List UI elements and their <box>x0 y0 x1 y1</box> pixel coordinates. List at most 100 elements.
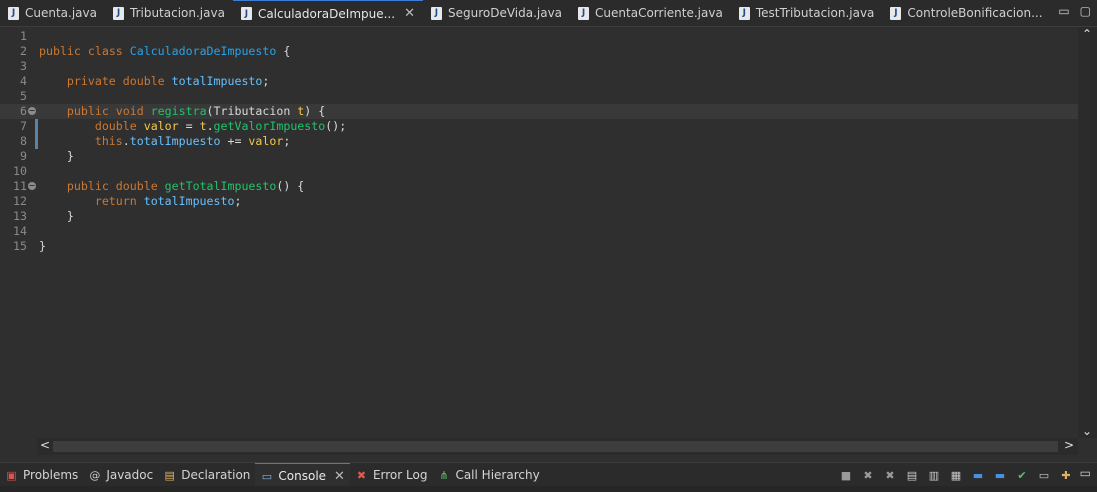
pin-console-icon[interactable]: ✔ <box>1013 466 1031 484</box>
editor-tab[interactable]: J CuentaCorriente.java <box>570 0 731 26</box>
code-line: 10 <box>0 164 1078 179</box>
code-token: totalImpuesto <box>143 194 235 208</box>
editor-tab[interactable]: J SeguroDeVida.java <box>423 0 570 26</box>
editor-tab-label: TestTributacion.java <box>755 6 875 20</box>
code-token: public <box>39 44 81 58</box>
code-token: class <box>87 44 123 58</box>
code-line: 14 <box>0 224 1078 239</box>
java-file-icon: J <box>578 6 590 20</box>
code-token: CalculadoraDeImpuesto <box>129 44 277 58</box>
code-token: { <box>276 44 291 58</box>
code-line: 9 } <box>0 149 1078 164</box>
code-token: valor <box>143 119 179 133</box>
horizontal-scroll-thumb[interactable] <box>53 441 1058 452</box>
code-text: } <box>39 149 74 164</box>
remove-launch-icon[interactable]: ✖ <box>859 466 877 484</box>
panel-window-controls: ▭ <box>1080 466 1091 480</box>
editor-tab-label: ControleBonificacion... <box>907 6 1043 20</box>
panel-tab-label: Console <box>278 469 327 483</box>
scroll-up-icon[interactable]: ⌃ <box>1082 27 1092 41</box>
editor-tab[interactable]: J Tributacion.java <box>105 0 233 26</box>
line-number: 15 <box>13 239 27 253</box>
code-token: } <box>39 149 74 163</box>
display-console-icon[interactable]: ▭ <box>1035 466 1053 484</box>
panel-tab-label: Javadoc <box>106 468 154 482</box>
console-output-strip <box>0 486 1097 492</box>
vertical-scrollbar[interactable]: ⌃ ⌄ <box>1078 27 1097 438</box>
java-file-icon: J <box>113 6 124 20</box>
line-number: 6 <box>20 104 27 118</box>
code-token: return <box>94 194 137 208</box>
panel-tab-javadoc[interactable]: @ Javadoc <box>83 463 158 487</box>
line-number: 3 <box>20 59 27 73</box>
scroll-down-icon[interactable]: ⌄ <box>1082 424 1092 438</box>
editor-tab-label: SeguroDeVida.java <box>447 6 563 20</box>
panel-minimize-icon[interactable]: ▭ <box>1080 466 1091 480</box>
close-tab-icon[interactable]: ✕ <box>334 469 345 484</box>
editor-tab[interactable]: J TestTributacion.java <box>731 0 883 26</box>
code-token: valor <box>248 134 284 148</box>
minimize-icon[interactable]: ▭ <box>1058 4 1069 18</box>
code-text: } <box>39 209 74 224</box>
line-number: 14 <box>13 224 27 238</box>
code-token: . <box>206 119 214 133</box>
clear-console-icon[interactable]: ▤ <box>903 466 921 484</box>
code-line: 12 return totalImpuesto; <box>0 194 1078 209</box>
scroll-lock-icon[interactable]: ▥ <box>925 466 943 484</box>
code-line: 1 <box>0 29 1078 44</box>
bottom-panel-tab-bar: ▣ Problems @ Javadoc ▤ Declaration ▭ Console ✕ ✖ E… <box>0 462 1097 488</box>
show-on-error-icon[interactable]: ▬ <box>991 466 1009 484</box>
panel-tab-call-hierarchy[interactable]: ⋔ Call Hierarchy <box>432 463 544 487</box>
close-tab-icon[interactable]: ✕ <box>404 6 415 21</box>
java-file-icon: J <box>240 7 252 20</box>
line-number: 5 <box>20 89 27 103</box>
panel-tab-error-log[interactable]: ✖ Error Log <box>350 463 433 487</box>
editor-tab-bar: J Cuenta.java J Tributacion.java J Calculador… <box>0 0 1097 27</box>
code-token: ( <box>206 104 214 118</box>
open-console-icon[interactable]: ✚ <box>1057 466 1075 484</box>
declaration-icon: ▤ <box>164 468 175 482</box>
fold-toggle-icon[interactable]: − <box>28 182 36 190</box>
code-line: 13 } <box>0 209 1078 224</box>
code-token: () { <box>276 179 305 193</box>
scroll-left-icon[interactable]: < <box>40 438 50 452</box>
editor-tab[interactable]: J ControleBonificacion... <box>882 0 1050 26</box>
line-number: 4 <box>20 74 27 88</box>
line-number: 1 <box>20 29 27 43</box>
panel-tab-console[interactable]: ▭ Console ✕ <box>255 463 350 488</box>
code-editor[interactable]: 1 2 public class CalculadoraDeImpuesto {3 4… <box>0 27 1078 438</box>
code-token: ; <box>262 74 270 88</box>
horizontal-scrollbar[interactable]: < > <box>37 438 1078 455</box>
code-token: = <box>178 119 200 133</box>
editor-tab[interactable]: J Cuenta.java <box>0 0 105 26</box>
code-token: registra <box>150 104 207 118</box>
editor-tab-label: CuentaCorriente.java <box>595 6 723 20</box>
terminate-icon[interactable]: ■ <box>837 466 855 484</box>
panel-tab-problems[interactable]: ▣ Problems <box>0 463 83 487</box>
editor-tab[interactable]: J CalculadoraDeImpue... ✕ <box>232 0 423 26</box>
word-wrap-icon[interactable]: ▦ <box>947 466 965 484</box>
show-on-output-icon[interactable]: ▬ <box>969 466 987 484</box>
error-log-icon: ✖ <box>356 468 367 482</box>
panel-tab-declaration[interactable]: ▤ Declaration <box>158 463 255 487</box>
code-token: double <box>115 179 158 193</box>
line-number: 13 <box>13 209 27 223</box>
fold-toggle-icon[interactable]: − <box>28 107 36 115</box>
remove-all-launches-icon[interactable]: ✖ <box>881 466 899 484</box>
code-token: } <box>39 239 46 253</box>
maximize-icon[interactable]: ▢ <box>1080 4 1091 18</box>
code-text: this.totalImpuesto += valor; <box>39 134 290 149</box>
scroll-right-icon[interactable]: > <box>1064 438 1074 452</box>
line-number: 10 <box>13 164 27 178</box>
